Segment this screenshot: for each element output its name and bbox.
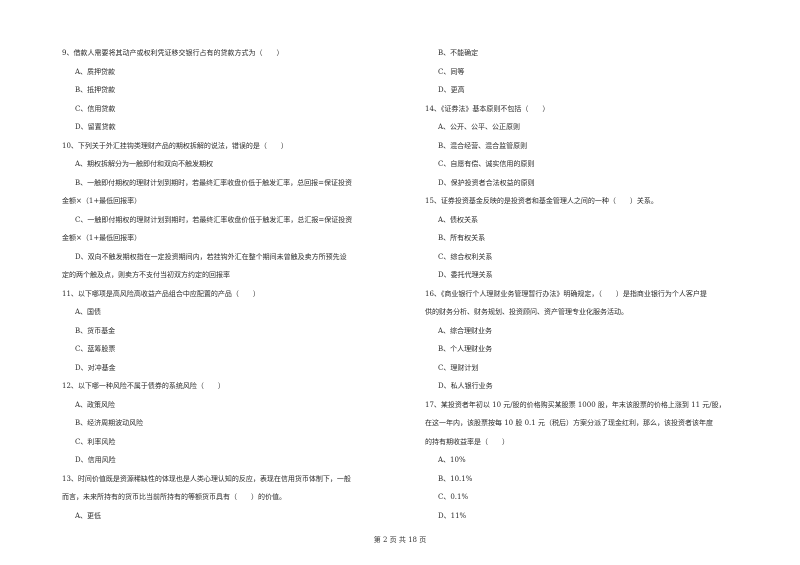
answer-option: D、委托代理关系 (438, 271, 493, 279)
answer-option: A、更低 (75, 511, 102, 520)
answer-option: A、综合理财业务 (438, 326, 493, 335)
answer-option: B、抵押贷款 (75, 86, 116, 94)
answer-option: A、公开、公平、公正原则 (438, 123, 521, 131)
answer-option: C、理财计划 (438, 363, 479, 372)
answer-option: D、信用风险 (75, 456, 116, 464)
answer-option: C、同等 (438, 67, 465, 76)
answer-option: C、0.1% (438, 493, 469, 501)
answer-option: D、11% (438, 511, 467, 520)
answer-option: A、质押贷款 (75, 67, 116, 76)
answer-option: C、信用贷款 (75, 104, 116, 113)
answer-option: C、蓝筹股票 (75, 345, 116, 353)
question-text: 9、借款人需要将其动产或权利凭证移交银行占有的贷款方式为（ ） (62, 49, 284, 57)
answer-option: A、国债 (75, 308, 102, 316)
answer-option: C、综合权利关系 (438, 252, 493, 261)
answer-option: B、不能确定 (438, 49, 479, 57)
question-text: 13、时间价值既是资源稀缺性的体现也是人类心理认知的反应，表现在信用货币体制下，… (62, 474, 351, 483)
answer-option: D、留置贷款 (75, 123, 116, 131)
answer-option: B、一触即付期权的理财计划到期时，若最终汇率收盘价低于触发汇率，总回报=保证投资 (75, 178, 353, 187)
question-text-continued: 金额×（1+最低回报率） (62, 197, 142, 205)
question-text-continued: 定的两个触及点，则卖方不支付当初双方约定的回报率 (62, 271, 230, 279)
question-text: 16、《商业银行个人理财业务管理暂行办法》明确规定，（ ）是指商业银行为个人客户… (425, 289, 707, 298)
answer-option: C、自愿有偿、诚实信用的原则 (438, 160, 535, 168)
question-text-continued: 金额×（1+最低回报率） (62, 234, 142, 242)
question-text: 12、以下哪一种风险不属于债券的系统风险（ ） (62, 382, 225, 390)
question-text: 15、证券投资基金反映的是投资者和基金管理人之间的一种（ ）关系。 (425, 197, 658, 205)
answer-option: B、10.1% (438, 474, 473, 483)
right-column: B、不能确定 C、同等 D、更高 14、《证券法》基本原则不包括（ ） A、公开、公平、… (425, 44, 770, 525)
answer-option: A、债权关系 (438, 215, 479, 224)
question-text: 11、以下哪项是高风险高收益产品组合中应配置的产品（ ） (62, 289, 260, 298)
answer-option: B、所有权关系 (438, 234, 486, 242)
page-footer: 第 2 页 共 18 页 (373, 536, 427, 544)
answer-option: B、个人理财业务 (438, 345, 493, 353)
answer-option: D、双向不触发期权指在一定投资期间内，若挂钩外汇在整个期间未曾触及卖方所预先设 (75, 252, 347, 261)
question-text: 10、下列关于外汇挂钩类理财产品的期权拆解的说法，错误的是（ ） (62, 141, 288, 150)
answer-option: D、对冲基金 (75, 363, 116, 372)
answer-option: B、货币基金 (75, 326, 116, 335)
question-text-continued: 供的财务分析、财务规划、投资顾问、资产管理专业化服务活动。 (425, 308, 628, 316)
question-text-continued: 在这一年内，该股票按每 10 股 0.1 元（税后）方案分派了现金红利，那么，该… (425, 419, 713, 427)
answer-option: D、保护投资者合法权益的原则 (438, 178, 535, 187)
answer-option: A、政策风险 (75, 400, 116, 409)
answer-option: D、更高 (438, 86, 465, 94)
answer-option: C、一触即付期权的理财计划到期时，若最终汇率收盘价低于触发汇率，总汇报=保证投资 (75, 215, 353, 224)
answer-option: B、经济周期波动风险 (75, 419, 144, 427)
question-text-continued: 的持有期收益率是（ ） (425, 437, 509, 446)
answer-option: A、10% (438, 456, 466, 464)
left-column: 9、借款人需要将其动产或权利凭证移交银行占有的贷款方式为（ ） A、质押贷款 B、抵… (62, 44, 407, 525)
answer-option: A、期权拆解分为一触即付和双向不触发期权 (75, 160, 214, 168)
question-text: 14、《证券法》基本原则不包括（ ） (425, 104, 550, 113)
answer-option: B、混合经营、混合监管原则 (438, 141, 528, 150)
answer-option: D、私人银行业务 (438, 382, 493, 390)
answer-option: C、利率风险 (75, 437, 116, 446)
question-text: 17、某投资者年初以 10 元/股的价格购买某股票 1000 股，年末该股票的价… (425, 400, 726, 409)
question-text-continued: 而言，未来所持有的货币比当前所持有的等额货币具有（ ）的价值。 (62, 493, 286, 501)
